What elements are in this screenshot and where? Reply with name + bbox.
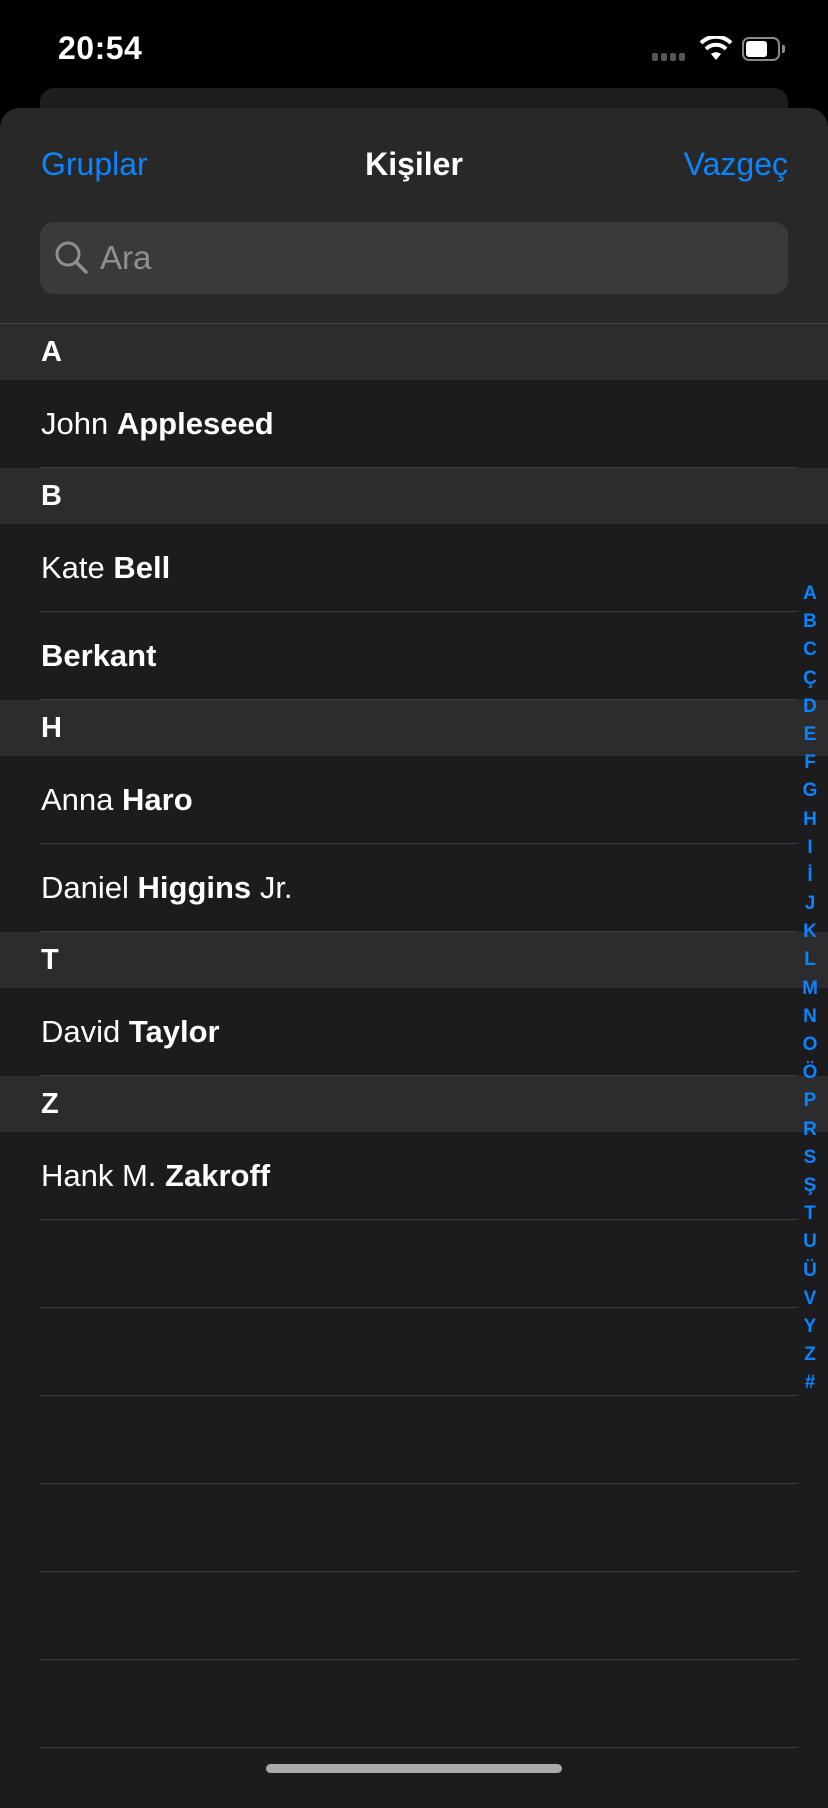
wifi-icon <box>700 36 732 60</box>
index-letter[interactable]: Ç <box>803 665 817 693</box>
index-letter[interactable]: P <box>804 1087 817 1115</box>
index-letter[interactable]: K <box>803 918 817 946</box>
search-input[interactable] <box>100 222 760 294</box>
search-bar[interactable] <box>40 222 788 294</box>
status-bar: 20:54 <box>0 0 828 100</box>
contact-last-name: Bell <box>113 550 171 585</box>
contact-last-name: Zakroff <box>165 1158 271 1193</box>
empty-row <box>0 1220 828 1308</box>
contact-last-name: Higgins <box>137 870 252 905</box>
contact-last-name: Appleseed <box>116 406 274 441</box>
index-letter[interactable]: U <box>803 1228 817 1256</box>
index-letter[interactable]: G <box>803 777 818 805</box>
contact-row[interactable]: John Appleseed <box>0 380 828 468</box>
contact-last-name: Taylor <box>128 1014 220 1049</box>
empty-row <box>0 1308 828 1396</box>
battery-icon <box>742 37 780 61</box>
index-letter[interactable]: B <box>803 608 817 636</box>
contact-first-name: Kate <box>41 550 105 585</box>
index-letter[interactable]: L <box>804 946 816 974</box>
index-letter[interactable]: O <box>803 1031 818 1059</box>
index-letter[interactable]: E <box>804 721 817 749</box>
index-letter[interactable]: Y <box>804 1313 817 1341</box>
index-letter[interactable]: İ <box>807 862 812 890</box>
index-letter[interactable]: J <box>805 890 816 918</box>
index-letter[interactable]: I <box>807 834 812 862</box>
index-letter[interactable]: Ş <box>804 1172 817 1200</box>
index-letter[interactable]: R <box>803 1116 817 1144</box>
section-header: Z <box>0 1076 828 1132</box>
index-letter[interactable]: N <box>803 1003 817 1031</box>
contact-row[interactable]: Daniel Higgins Jr. <box>0 844 828 932</box>
empty-row <box>0 1660 828 1748</box>
contact-first-name: Daniel <box>41 870 129 905</box>
index-letter[interactable]: M <box>802 975 818 1003</box>
contact-row[interactable]: Berkant <box>0 612 828 700</box>
empty-row <box>0 1572 828 1660</box>
contact-first-name: Hank M. <box>41 1158 157 1193</box>
status-time: 20:54 <box>58 30 143 66</box>
index-letter[interactable]: Ü <box>803 1257 817 1285</box>
cellular-signal-icon <box>652 53 685 61</box>
home-indicator[interactable] <box>266 1764 562 1773</box>
contact-row[interactable]: Hank M. Zakroff <box>0 1132 828 1220</box>
empty-row <box>0 1396 828 1484</box>
index-letter[interactable]: S <box>804 1144 817 1172</box>
section-header: T <box>0 932 828 988</box>
index-letter[interactable]: T <box>804 1200 816 1228</box>
index-letter[interactable]: H <box>803 806 817 834</box>
navigation-header: Gruplar Kişiler Vazgeç <box>0 108 828 324</box>
index-letter[interactable]: C <box>803 636 817 664</box>
index-letter[interactable]: Ö <box>803 1059 818 1087</box>
contact-row[interactable]: Kate Bell <box>0 524 828 612</box>
contact-last-name: Berkant <box>41 638 157 673</box>
index-letter[interactable]: V <box>804 1285 817 1313</box>
search-icon <box>55 241 88 274</box>
contact-row[interactable]: David Taylor <box>0 988 828 1076</box>
empty-row <box>0 1484 828 1572</box>
cancel-button[interactable]: Vazgeç <box>684 146 788 183</box>
contact-row[interactable]: Anna Haro <box>0 756 828 844</box>
contact-last-name: Haro <box>122 782 193 817</box>
contact-first-name: John <box>41 406 109 441</box>
contact-suffix: Jr. <box>259 870 293 905</box>
section-index[interactable]: A B C Ç D E F G H I İ J K L M N O Ö P R S Ş T U Ü V Y Z # <box>798 580 822 1397</box>
index-letter[interactable]: A <box>803 580 817 608</box>
contact-first-name: Anna <box>41 782 114 817</box>
index-letter[interactable]: # <box>805 1369 816 1397</box>
contacts-sheet: Gruplar Kişiler Vazgeç AJohn AppleseedBK… <box>0 108 828 1808</box>
contact-first-name: David <box>41 1014 121 1049</box>
contacts-list: A John Appleseed B Kate Bell Berkant H Anna Ha… <box>0 324 828 1748</box>
index-letter[interactable]: Z <box>804 1341 816 1369</box>
index-letter[interactable]: F <box>804 749 816 777</box>
section-header: A <box>0 324 828 380</box>
section-header: B <box>0 468 828 524</box>
section-header: H <box>0 700 828 756</box>
index-letter[interactable]: D <box>803 693 817 721</box>
